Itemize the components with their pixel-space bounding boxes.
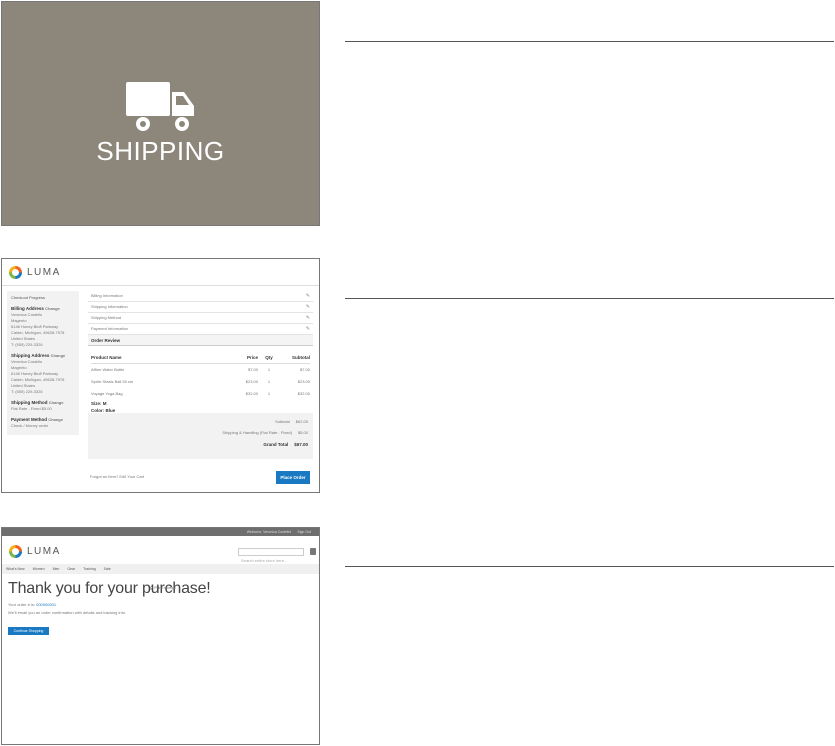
table-row: Voyage Yoga Bag $32.00 1 $32.00 [91, 388, 310, 400]
payment-value: Check / Money order [11, 423, 49, 428]
printer-icon: ⎙ [150, 585, 154, 590]
nav-item[interactable]: Men [53, 567, 60, 571]
order-number-line: Your order # is: 000000001 [8, 602, 57, 607]
divider [345, 41, 834, 42]
section-shipping-method[interactable]: Shipping Method ✎ [88, 313, 313, 324]
progress-heading: Checkout Progress [11, 295, 46, 300]
col-header: Price [246, 355, 258, 360]
col-header: Product Name [91, 355, 122, 360]
total-value: $62.00 [295, 419, 308, 424]
qty: 1 [267, 367, 271, 372]
shipping-line: T: (555) 229-3326 [11, 389, 43, 394]
price: $23.00 [245, 379, 258, 384]
order-totals: Subtotal $62.00 Shipping & Handling (Fla… [88, 413, 313, 459]
shipping-title: Shipping Address Change [11, 353, 66, 358]
product-option: Size: M [91, 401, 107, 406]
divider [345, 298, 834, 299]
nav-item[interactable]: Training [83, 567, 96, 571]
thank-you-screenshot: Welcome, Veronica Costello! Sign Out LUM… [1, 527, 320, 745]
sign-out-link[interactable]: Sign Out [297, 530, 311, 534]
qty: 1 [267, 379, 271, 384]
main-nav: What's New Women Men Gear Training Sale [2, 564, 319, 574]
product-name: Sprite Stasis Ball 55 cm [91, 379, 134, 384]
search-placeholder: Search entire store here... [241, 558, 288, 563]
forgot-item-link[interactable]: Forgot an Item? Edit Your Cart [90, 474, 144, 480]
section-label: Shipping Method [91, 315, 122, 320]
brand-name: LUMA [27, 267, 61, 278]
section-payment[interactable]: Payment Information ✎ [88, 324, 313, 335]
method-title: Shipping Method Change [11, 400, 64, 405]
total-label: Subtotal [275, 419, 290, 424]
nav-item[interactable]: What's New [6, 567, 25, 571]
totals-row: Shipping & Handling (Flat Rate - Fixed) … [93, 430, 308, 441]
col-header: Subtotal [292, 355, 310, 360]
cart-icon[interactable] [310, 548, 316, 555]
pencil-icon[interactable]: ✎ [306, 304, 310, 310]
checkout-progress: Checkout Progress Billing Address Change… [7, 291, 79, 435]
section-label: Shipping Information [91, 304, 128, 309]
print-receipt-link[interactable]: ⎙ Print receipt [150, 585, 176, 590]
total-label: Grand Total [263, 442, 289, 447]
search-input[interactable]: Search entire store here... [238, 548, 304, 563]
change-link[interactable]: Change [49, 400, 64, 405]
pencil-icon[interactable]: ✎ [306, 326, 310, 332]
order-number-link[interactable]: 000000001 [36, 602, 56, 607]
table-row: Sprite Stasis Ball 55 cm $23.00 1 $23.00 [91, 376, 310, 388]
price: $7.00 [247, 367, 258, 372]
nav-item[interactable]: Women [33, 567, 45, 571]
brand-name: LUMA [27, 546, 61, 557]
section-billing[interactable]: Billing Information ✎ [88, 291, 313, 302]
luma-logo[interactable]: LUMA [9, 545, 61, 558]
change-link[interactable]: Change [51, 353, 66, 358]
total-value: $5.00 [297, 430, 308, 435]
totals-row: Grand Total $67.00 [93, 441, 308, 452]
checkout-sections: Billing Information ✎ Shipping Informati… [88, 291, 313, 414]
top-bar: Welcome, Veronica Costello! Sign Out [2, 528, 319, 536]
continue-shopping-button[interactable]: Continue Shopping [8, 627, 49, 635]
qty: 1 [267, 391, 271, 396]
welcome-text: Welcome, Veronica Costello! [246, 530, 292, 534]
section-label: Billing Information [91, 293, 123, 298]
shipping-tile: SHIPPING [1, 1, 320, 226]
luma-logo-icon [9, 545, 22, 558]
subtotal: $23.00 [297, 379, 310, 384]
col-header: Qty [265, 355, 273, 360]
change-link[interactable]: Change [45, 306, 60, 311]
order-review-title: Order Review [91, 337, 121, 343]
billing-title: Billing Address Change [11, 306, 60, 311]
divider [345, 566, 834, 567]
nav-item[interactable]: Gear [67, 567, 75, 571]
luma-logo[interactable]: LUMA [9, 266, 61, 279]
payment-title: Payment Method Change [11, 417, 63, 422]
pencil-icon[interactable]: ✎ [306, 315, 310, 321]
table-row: Affirm Water Bottle $7.00 1 $7.00 [91, 364, 310, 376]
method-value: Flat Rate - Fixed $5.00 [11, 406, 52, 411]
tile-label: SHIPPING [96, 136, 225, 166]
section-label: Payment Information [91, 326, 128, 331]
pencil-icon[interactable]: ✎ [306, 293, 310, 299]
truck-icon [126, 82, 194, 131]
order-table: Product Name Price Qty Subtotal Affirm W… [88, 352, 313, 414]
subtotal: $7.00 [299, 367, 310, 372]
product-name: Voyage Yoga Bag [91, 391, 123, 396]
nav-item[interactable]: Sale [104, 567, 111, 571]
page-title: Thank you for your purchase! [8, 580, 211, 597]
luma-logo-icon [9, 266, 22, 279]
place-order-button[interactable]: Place Order [276, 471, 310, 484]
total-label: Shipping & Handling (Flat Rate - Fixed) [222, 430, 292, 435]
section-shipping-info[interactable]: Shipping Information ✎ [88, 302, 313, 313]
change-link[interactable]: Change [48, 417, 63, 422]
price: $32.00 [245, 391, 258, 396]
subtotal: $32.00 [297, 391, 310, 396]
checkout-screenshot: LUMA Checkout Progress Billing Address C… [1, 258, 320, 493]
table-header: Product Name Price Qty Subtotal [91, 352, 310, 364]
section-order-review: Order Review [88, 335, 313, 346]
email-note: We'll email you an order confirmation wi… [8, 610, 127, 615]
product-name: Affirm Water Bottle [91, 367, 125, 372]
totals-row: Subtotal $62.00 [93, 419, 308, 430]
total-value: $67.00 [294, 442, 308, 447]
billing-line: T: (555) 229-3326 [11, 342, 43, 347]
